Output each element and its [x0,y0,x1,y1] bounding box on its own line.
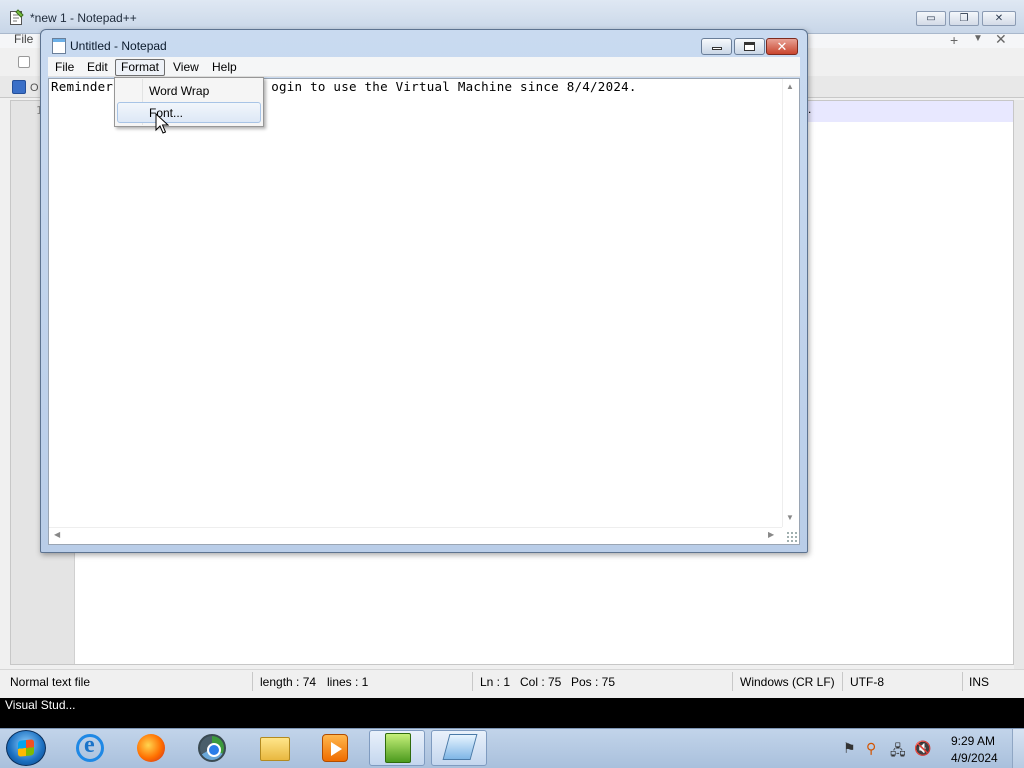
status-length: length : 74 [260,675,317,689]
tooltip-strip-text: Visual Stud... [5,698,76,712]
clock-date[interactable]: 4/9/2024 [951,751,998,765]
notepad-app-icon [52,38,66,54]
notepadpp-maximize-button[interactable]: ❐ [949,11,979,26]
menu-item-font[interactable] [117,102,261,123]
maximize-icon [744,42,755,51]
resize-grip-icon[interactable] [786,531,798,543]
notepad-close-button[interactable]: ✕ [766,38,798,55]
notepadpp-line-text-tail: . [808,102,812,116]
status-separator [252,672,253,691]
notepadpp-new-tab-icon[interactable]: + [950,32,958,48]
clock-time[interactable]: 9:29 AM [951,734,995,748]
notepad-text-left: Reminder [51,79,114,94]
status-lines: lines : 1 [327,675,369,689]
notepadpp-close-doc-icon[interactable]: ✕ [995,31,1007,48]
save-icon[interactable] [12,80,26,94]
notepad-minimize-button[interactable] [701,38,732,55]
status-insert-mode[interactable]: INS [969,675,989,689]
minimize-icon [711,47,722,50]
windows-logo-icon [18,739,34,757]
notepad-menu-file[interactable]: File [49,57,80,77]
notepadpp-icon [385,733,411,763]
show-desktop-button[interactable] [1012,729,1024,768]
status-col: Col : 75 [520,675,562,689]
notepad-menu-help[interactable]: Help [206,57,243,77]
notepadpp-app-icon [10,9,24,25]
notepadpp-vertical-scrollbar[interactable] [1014,100,1024,690]
status-separator [962,672,963,691]
volume-muted-icon[interactable]: 🔇 [914,740,931,757]
tooltip-strip [0,698,1024,728]
action-center-flag-icon[interactable]: ⚑ [843,740,856,757]
notepad-text-area[interactable] [48,78,800,545]
firefox-icon [137,734,165,762]
notepadpp-current-line-highlight [807,101,1013,122]
status-separator [732,672,733,691]
search-icon[interactable]: ⚲ [866,740,876,757]
status-pos: Pos : 75 [571,675,616,689]
new-file-icon[interactable] [18,56,30,68]
media-player-icon [322,734,348,762]
notepad-menu-view[interactable]: View [167,57,205,77]
mouse-pointer-icon [155,113,169,134]
menu-item-word-wrap-label: Word Wrap [149,84,210,98]
notepadpp-minimize-button[interactable]: ▭ [916,11,946,26]
notepadpp-menu-file[interactable]: File [14,32,33,46]
status-file-type: Normal text file [10,675,91,689]
status-separator [472,672,473,691]
notepad-menu-edit[interactable]: Edit [81,57,114,77]
notepadpp-close-button[interactable]: ✕ [982,11,1016,26]
notepad-text-right: ogin to use the Virtual Machine since 8/… [271,79,637,94]
notepadpp-tab-label[interactable]: O [30,82,39,94]
scroll-left-icon[interactable]: ◀ [54,530,60,539]
internet-explorer-icon [76,732,104,762]
notepad-maximize-button[interactable] [734,38,765,55]
notepad-horizontal-scrollbar[interactable] [49,527,782,544]
status-eol[interactable]: Windows (CR LF) [740,675,835,689]
folder-icon [260,737,290,761]
status-ln: Ln : 1 [480,675,511,689]
status-separator [842,672,843,691]
notepad-menu-format[interactable]: Format [115,59,166,76]
start-button[interactable] [6,730,46,766]
notepadpp-tab-list-icon[interactable]: ▼ [973,33,983,44]
notepad-vertical-scrollbar[interactable] [782,79,799,527]
network-icon[interactable]: 🖧 [890,740,906,764]
chrome-icon [198,734,226,762]
scroll-down-icon[interactable]: ▼ [786,513,794,522]
notepadpp-title: *new 1 - Notepad++ [30,11,137,25]
notepad-title: Untitled - Notepad [70,39,167,53]
scroll-right-icon[interactable]: ▶ [768,530,774,539]
status-encoding[interactable]: UTF-8 [850,675,884,689]
scroll-up-icon[interactable]: ▲ [786,82,794,91]
